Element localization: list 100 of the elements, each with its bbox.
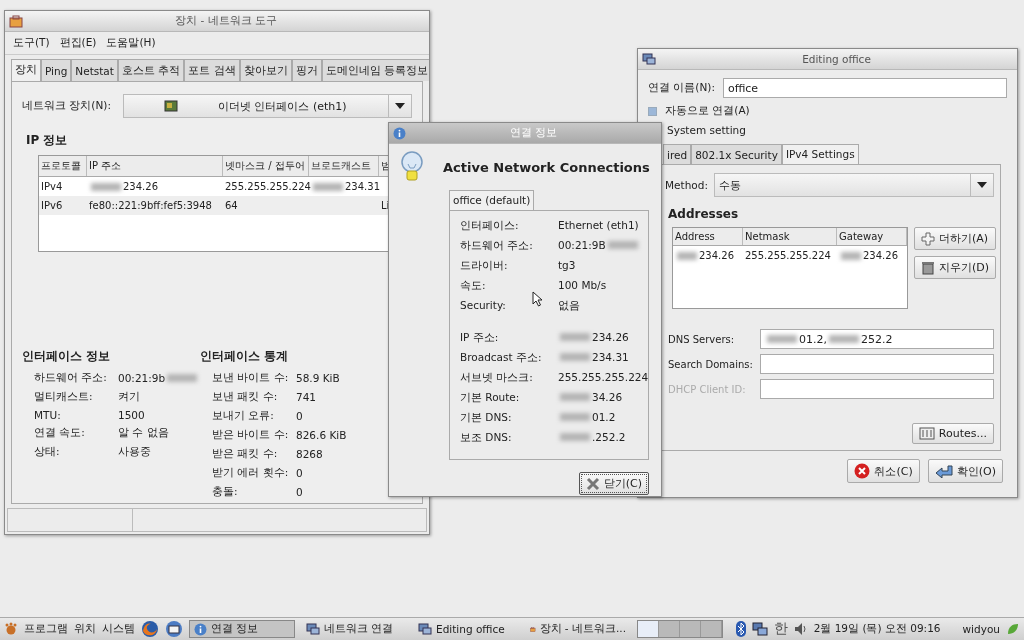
menu-item[interactable]: 도움말(H) xyxy=(106,36,156,50)
field-value: 252.2 xyxy=(861,332,893,346)
column-header[interactable]: Gateway xyxy=(837,228,907,245)
workspace-switcher[interactable] xyxy=(637,620,723,638)
field-label: 연결 이름(N): xyxy=(648,81,715,95)
value-text: 1500 xyxy=(118,409,145,421)
value-text: 826.6 KiB xyxy=(296,429,347,441)
info-icon xyxy=(393,126,406,140)
field-label: 하드웨어 주소: xyxy=(34,371,108,385)
window-title: 연결 정보 xyxy=(508,126,559,140)
user-name[interactable]: widyou xyxy=(962,623,1000,635)
checkbox-label[interactable]: System setting xyxy=(667,124,746,136)
table-cell: 234.31 xyxy=(345,181,380,192)
value-text: 0 xyxy=(296,486,303,498)
checkbox-label[interactable]: 자동으로 연결(A) xyxy=(665,104,750,118)
window-title: Editing office xyxy=(801,53,872,65)
field-label: DNS Servers: xyxy=(668,333,736,345)
value-text: 234.26 xyxy=(592,331,629,343)
cancel-button[interactable]: 취소(C) xyxy=(847,459,920,483)
value-text: 알 수 없음 xyxy=(118,426,169,438)
value-text: 사용중 xyxy=(118,445,151,457)
column-header[interactable]: Netmask xyxy=(743,228,837,245)
computer-icon xyxy=(418,622,432,636)
tab[interactable]: 도메인네임 등록정보 xyxy=(321,59,429,81)
section-title: IP 정보 xyxy=(26,132,68,149)
value-text: 58.9 KiB xyxy=(296,372,340,384)
menu-item[interactable]: 위치 xyxy=(74,622,96,636)
checkbox[interactable] xyxy=(648,106,657,116)
close-button[interactable]: 닫기(C) xyxy=(578,472,649,495)
taskbar-item[interactable]: 연결 정보 xyxy=(189,620,295,638)
column-header[interactable]: 프로토콜 xyxy=(39,156,87,176)
foot-icon xyxy=(4,622,18,636)
input-field[interactable] xyxy=(760,354,994,374)
device-dropdown[interactable]: 이더넷 인터페이스 (eth1) xyxy=(122,94,412,118)
routes-icon xyxy=(918,427,935,440)
value-text: 켜기 xyxy=(118,390,140,402)
tab[interactable]: 802.1x Security xyxy=(691,144,782,164)
value-text: tg3 xyxy=(558,259,576,271)
field-label: 드라이버: xyxy=(460,259,509,273)
value-text: Ethernet (eth1) xyxy=(558,219,639,231)
ok-button[interactable]: 확인(O) xyxy=(927,459,1003,483)
plus-icon xyxy=(921,231,935,246)
input-method-indicator[interactable]: 한 xyxy=(773,620,788,638)
mail-icon[interactable] xyxy=(165,620,183,638)
tab[interactable]: 찾아보기 xyxy=(239,59,292,81)
tab[interactable]: 포트 검색 xyxy=(184,59,240,81)
routes-button[interactable]: Routes... xyxy=(911,423,994,444)
column-header[interactable]: Address xyxy=(673,228,743,245)
tab[interactable]: office (default) xyxy=(449,190,535,210)
tab[interactable]: 호스트 추적 xyxy=(117,59,185,81)
dropdown-arrow-icon xyxy=(395,103,405,109)
table-cell: 255.255.255.224 xyxy=(745,250,831,261)
network-card-icon xyxy=(163,100,178,112)
field-label: Broadcast 주소: xyxy=(460,351,543,365)
field-label: 네트워크 장치(N): xyxy=(22,99,111,113)
tab[interactable]: 장치 xyxy=(11,59,41,81)
column-header[interactable]: IP 주소 xyxy=(87,156,223,176)
tab[interactable]: 핑거 xyxy=(291,59,322,81)
input-field[interactable]: 01.2, 252.2 xyxy=(760,329,994,349)
volume-icon[interactable] xyxy=(793,622,808,636)
computer-icon xyxy=(642,52,656,66)
section-title: 인터페이스 정보 xyxy=(22,348,111,365)
delete-button[interactable]: 지우기(D) xyxy=(914,256,997,279)
menu-item[interactable]: 프로그램 xyxy=(24,622,68,636)
tab[interactable]: ired xyxy=(663,144,692,164)
bluetooth-icon[interactable] xyxy=(735,621,746,637)
field-label: 속도: xyxy=(460,279,487,293)
field-label: 보낸 바이트 수: xyxy=(212,371,290,385)
value-text: 01.2 xyxy=(592,411,616,423)
taskbar-item[interactable]: Editing office xyxy=(413,620,519,638)
input-field[interactable]: office xyxy=(722,78,1007,98)
menu-item[interactable]: 시스템 xyxy=(102,622,135,636)
field-label: 연결 속도: xyxy=(34,426,86,440)
tab[interactable]: IPv4 Settings xyxy=(781,144,859,164)
field-label: MTU: xyxy=(34,409,62,421)
menu-item[interactable]: 도구(T) xyxy=(13,36,50,50)
menu-item[interactable]: 편집(E) xyxy=(59,36,97,50)
table-cell: Li xyxy=(381,200,390,211)
table-cell: fe80::221:9bff:fef5:3948 xyxy=(89,200,212,211)
tab[interactable]: Ping xyxy=(41,59,72,81)
network-icon[interactable] xyxy=(751,621,768,637)
dropdown-arrow-icon xyxy=(977,182,987,188)
value-text: 8268 xyxy=(296,448,323,460)
column-header[interactable]: 브로드캐스트 xyxy=(309,156,379,176)
table-cell: 64 xyxy=(225,200,238,211)
field-label: Security: xyxy=(460,299,507,313)
value-text: 없음 xyxy=(558,299,580,311)
taskbar-item[interactable]: 네트워크 연결 xyxy=(301,620,407,638)
column-header[interactable]: 넷마스크 / 접두어 xyxy=(223,156,309,176)
method-dropdown[interactable]: 수동 xyxy=(713,173,994,197)
value-text: 741 xyxy=(296,391,317,403)
table-cell: IPv6 xyxy=(41,200,63,211)
taskbar-item[interactable]: 장치 - 네트워크... xyxy=(525,620,631,638)
add-button[interactable]: 더하기(A) xyxy=(914,227,997,250)
clock[interactable]: 2월 19일 (목) 오전 09:16 xyxy=(813,622,941,636)
field-label: 보내기 오류: xyxy=(212,409,275,423)
section-title: 인터페이스 통계 xyxy=(200,348,289,365)
browser-icon[interactable] xyxy=(141,620,159,638)
x-icon xyxy=(585,476,600,491)
tab[interactable]: Netstat xyxy=(71,59,118,81)
